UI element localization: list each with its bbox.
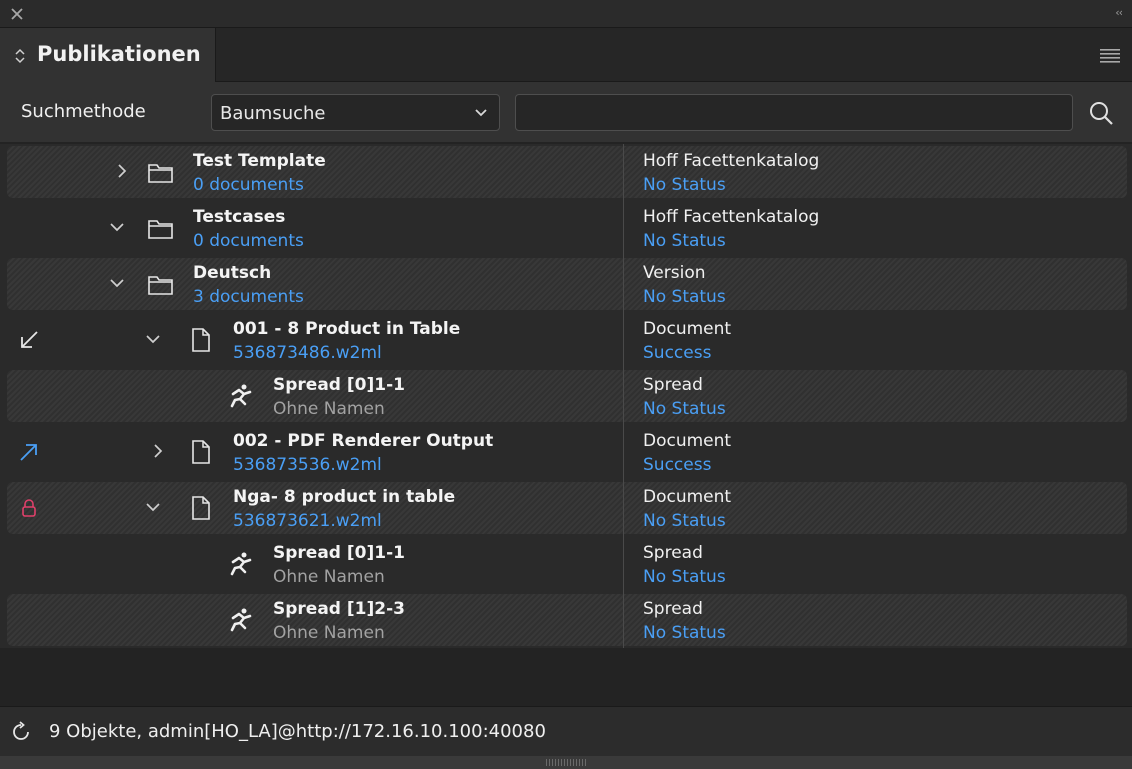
document-icon [192, 328, 210, 352]
collapse-panel-icon[interactable]: ‹‹ [1115, 6, 1123, 19]
tree-item-subtitle: Ohne Namen [273, 399, 385, 419]
tree-item-name: 002 - PDF Renderer Output [233, 431, 494, 451]
tree-item-subtitle: Ohne Namen [273, 623, 385, 643]
tree-item-name: Test Template [193, 151, 326, 171]
folder-icon [148, 276, 173, 295]
sort-updown-icon [15, 48, 25, 64]
spread-figure-icon [230, 384, 252, 408]
tree-item-name: Nga- 8 product in table [233, 487, 456, 507]
tree-item-type: Spread [643, 599, 703, 619]
panel-title-bar: ‹‹ [0, 0, 1132, 28]
tree-row[interactable]: 002 - PDF Renderer Output 536873536.w2ml D… [0, 424, 1132, 480]
spread-figure-icon [230, 552, 252, 576]
row-stripe [7, 370, 1127, 422]
column-divider[interactable] [623, 144, 624, 648]
search-input[interactable] [515, 94, 1073, 131]
tree-row[interactable]: Spread [0]1-1 Ohne Namen Spread No Status [0, 536, 1132, 592]
tree-item-subtitle: Ohne Namen [273, 567, 385, 587]
chevron-right-icon[interactable] [114, 162, 130, 180]
tree-row[interactable]: Spread [1]2-3 Ohne Namen Spread No Status [0, 592, 1132, 648]
tree-item-name: Spread [0]1-1 [273, 543, 405, 563]
lock-icon [22, 499, 36, 517]
tree-item-name: Spread [1]2-3 [273, 599, 405, 619]
tree-item-link[interactable]: 0 documents [193, 231, 304, 251]
tree-item-type: Document [643, 319, 732, 339]
chevron-down-icon[interactable] [145, 330, 161, 348]
folder-icon [148, 220, 173, 239]
tree-item-link[interactable]: 3 documents [193, 287, 304, 307]
tree-row[interactable]: Nga- 8 product in table 536873621.w2ml Doc… [0, 480, 1132, 536]
tree-item-link[interactable]: 536873536.w2ml [233, 455, 382, 475]
panel-menu-icon[interactable] [1100, 47, 1120, 63]
tree-item-type: Hoff Facettenkatalog [643, 207, 820, 227]
tree-item-status[interactable]: Success [643, 455, 711, 475]
document-icon [192, 496, 210, 520]
folder-icon [148, 164, 173, 183]
tree-row[interactable]: Test Template 0 documents Hoff Facettenkat… [0, 144, 1132, 200]
tree-item-type: Document [643, 431, 732, 451]
status-bar: 9 Objekte, admin[HO_LA]@http://172.16.10… [0, 706, 1132, 756]
tab-bar: Publikationen [0, 28, 1132, 82]
tree-item-type: Hoff Facettenkatalog [643, 151, 820, 171]
tree-row[interactable]: Testcases 0 documents Hoff Facettenkatalog… [0, 200, 1132, 256]
chevron-down-icon[interactable] [145, 498, 161, 516]
tree-item-link[interactable]: 0 documents [193, 175, 304, 195]
refresh-icon[interactable] [9, 720, 33, 744]
chevron-down-icon [475, 109, 487, 117]
tree-item-type: Version [643, 263, 706, 283]
document-icon [192, 440, 210, 464]
tree-item-name: Deutsch [193, 263, 272, 283]
tree-item-name: 001 - 8 Product in Table [233, 319, 461, 339]
tree-item-link[interactable]: 536873486.w2ml [233, 343, 382, 363]
tree-row[interactable]: Deutsch 3 documents Version No Status [0, 256, 1132, 312]
tree-item-type: Spread [643, 543, 703, 563]
chevron-right-icon[interactable] [150, 442, 166, 460]
tree-item-type: Spread [643, 375, 703, 395]
tree-item-link[interactable]: 536873621.w2ml [233, 511, 382, 531]
tree-item-status[interactable]: No Status [643, 623, 726, 643]
tree-item-status[interactable]: No Status [643, 175, 726, 195]
checked-in-arrow-icon [21, 331, 38, 348]
checked-out-arrow-icon [20, 444, 37, 461]
row-stripe [7, 146, 1127, 198]
resize-strip[interactable] [0, 756, 1132, 769]
search-method-value: Baumsuche [220, 103, 326, 124]
connection-status-text: 9 Objekte, admin[HO_LA]@http://172.16.10… [49, 721, 546, 742]
row-stripe [7, 594, 1127, 646]
tree-item-status[interactable]: No Status [643, 231, 726, 251]
resize-grip-icon[interactable] [546, 759, 586, 766]
tree-item-status[interactable]: No Status [643, 567, 726, 587]
tree-item-name: Spread [0]1-1 [273, 375, 405, 395]
tree-item-type: Document [643, 487, 732, 507]
search-method-label: Suchmethode [21, 101, 146, 122]
row-stripe [7, 258, 1127, 310]
chevron-down-icon[interactable] [109, 218, 125, 236]
tree-item-status[interactable]: No Status [643, 287, 726, 307]
panel-title: Publikationen [37, 42, 201, 66]
chevron-down-icon[interactable] [109, 274, 125, 292]
tree-item-name: Testcases [193, 207, 286, 227]
tree-row[interactable]: Spread [0]1-1 Ohne Namen Spread No Status [0, 368, 1132, 424]
tree-row[interactable]: 001 - 8 Product in Table 536873486.w2ml Do… [0, 312, 1132, 368]
close-icon[interactable] [8, 5, 26, 23]
tree-item-status[interactable]: Success [643, 343, 711, 363]
publication-tree: Test Template 0 documents Hoff Facettenkat… [0, 144, 1132, 648]
search-method-select[interactable]: Baumsuche [211, 94, 500, 131]
tree-item-status[interactable]: No Status [643, 511, 726, 531]
search-icon[interactable] [1087, 99, 1115, 127]
spread-figure-icon [230, 608, 252, 632]
tree-item-status[interactable]: No Status [643, 399, 726, 419]
tab-publikationen[interactable]: Publikationen [0, 28, 216, 82]
search-row: Suchmethode Baumsuche [0, 82, 1132, 142]
row-stripe [7, 482, 1127, 534]
